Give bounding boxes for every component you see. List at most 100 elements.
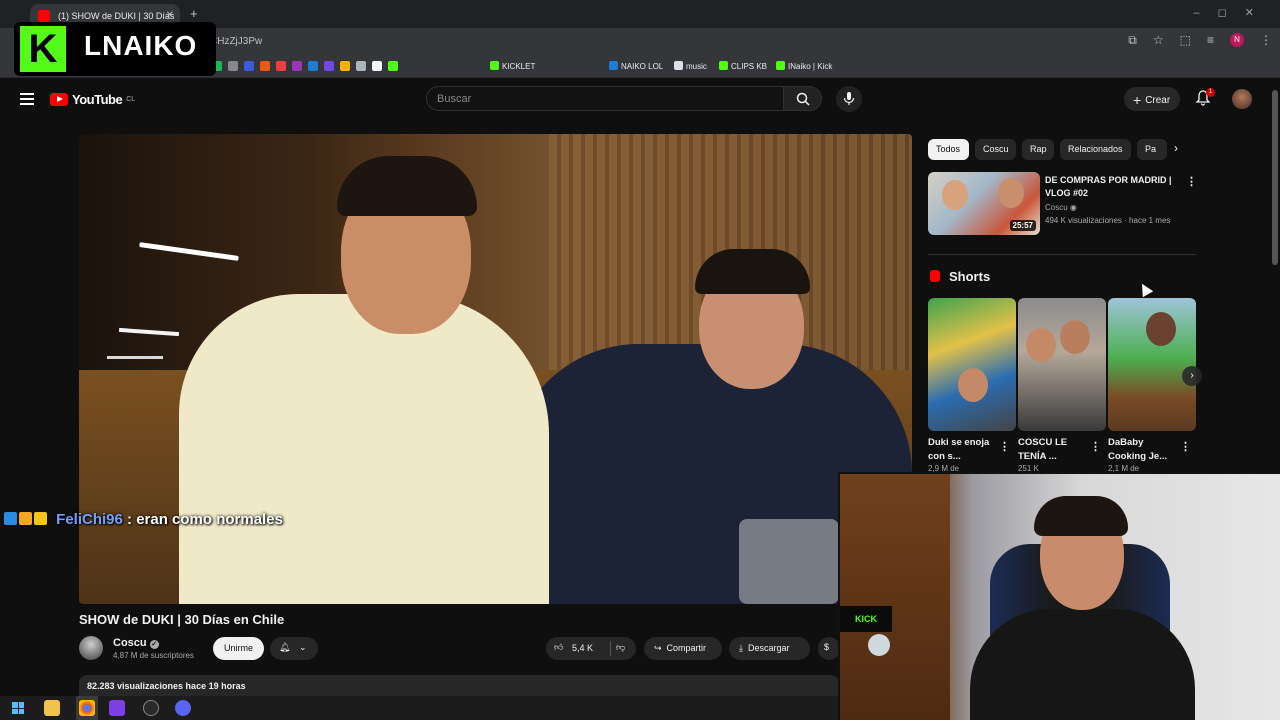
kick-sign: KICK [840,606,892,632]
menu-icon[interactable] [20,93,34,105]
chevron-right-icon[interactable]: › [1174,141,1178,155]
chip-relacionados[interactable]: Relacionados [1060,139,1131,160]
related-video-title[interactable]: DE COMPRAS POR MADRID | VLOG #02 [1045,174,1180,200]
shorts-next-button[interactable]: › [1182,366,1202,386]
related-video-channel[interactable]: Coscu ◉ [1045,203,1077,212]
shorts-logo-icon [930,270,940,282]
bookmark-icon[interactable] [228,61,238,71]
close-tab-icon[interactable]: ✕ [166,10,174,21]
windows-start-icon[interactable] [12,702,24,714]
bookmark-icon[interactable] [388,61,398,71]
share-button[interactable]: ↪ Compartir [644,637,722,660]
media-controls-icon[interactable]: ≡ [1207,33,1214,48]
video-person-right-hair [695,249,810,294]
bookmark-icon[interactable] [324,61,334,71]
youtube-logo[interactable]: YouTube CL [50,92,135,107]
browser-menu-icon[interactable]: ⋮ [1260,33,1272,48]
more-options-icon[interactable]: ⋮ [1090,440,1101,453]
streamer-logo: K LNAIKO [14,22,216,76]
video-person-left [179,294,549,604]
like-count[interactable]: 5,4 K [572,643,593,653]
kick-logo-icon: K [20,26,66,72]
url-text[interactable]: CHzZjJ3Pw [210,36,262,47]
youtube-play-icon [50,93,68,106]
short-thumbnail[interactable] [928,298,1016,431]
search-input[interactable]: Buscar [426,86,784,111]
short-title[interactable]: COSCU LE TENÍA ... [1018,436,1088,464]
extensions-icon[interactable]: ⬚ [1180,33,1191,48]
voice-search-button[interactable] [836,86,862,112]
profile-icon[interactable]: N [1230,33,1244,47]
thumbnail-person [958,368,988,402]
obs-icon[interactable] [143,700,159,716]
thanks-icon: $ [824,642,830,652]
bookmark-inaiko-kick[interactable]: INaiko | Kick [776,61,832,71]
video-light [118,327,180,337]
bookmark-icon[interactable] [356,61,366,71]
channel-avatar[interactable] [79,636,103,660]
window-controls[interactable]: –◻✕ [1194,6,1272,19]
bookmark-icon[interactable] [308,61,318,71]
views-and-date: 82.283 visualizaciones hace 19 horas [87,681,246,691]
webcam-overlay: KICK [838,472,1280,720]
create-button[interactable]: + Crear [1124,87,1180,111]
short-title[interactable]: DaBaby Cooking Je... [1108,436,1178,464]
thanks-button[interactable]: $ [818,637,840,660]
bookmark-icon[interactable] [372,61,382,71]
chrome-icon[interactable] [79,700,95,716]
discord-icon[interactable] [175,700,191,716]
search-button[interactable] [784,86,822,111]
bookmark-naiko-lol[interactable]: NAIKO LOL [609,61,663,71]
bookmark-icon[interactable] [276,61,286,71]
bookmark-clips-kb[interactable]: CLIPS KB [719,61,767,71]
short-thumbnail[interactable] [1018,298,1106,431]
webcam-door [840,474,950,720]
address-bar-icons: ⧉ ☆ ⬚ ≡ N ⋮ [1128,33,1272,48]
crown-badge-icon [34,512,47,525]
video-title: SHOW de DUKI | 30 Días en Chile [79,612,285,627]
page-scrollbar[interactable] [1272,90,1278,265]
bookmark-icon[interactable] [260,61,270,71]
video-light [107,356,163,359]
dislike-icon[interactable]: 👎︎ [616,642,625,653]
short-title[interactable]: Duki se enoja con s... [928,436,998,464]
related-video-thumbnail[interactable]: 25:57 [928,172,1040,235]
chip-todos[interactable]: Todos [928,139,969,160]
verified-check-icon: ✓ [149,640,159,649]
bookmark-icons [212,61,398,71]
file-explorer-icon[interactable] [44,700,60,716]
bookmark-star-icon[interactable]: ☆ [1153,33,1164,48]
chip-coscu[interactable]: Coscu [975,139,1016,160]
video-duration: 25:57 [1009,220,1036,231]
bookmark-kicklet[interactable]: KICKLET [490,61,535,71]
bookmark-music[interactable]: music [674,61,707,71]
thumbnail-person [998,178,1024,208]
bell-icon: 🔔︎ [279,642,291,652]
chip-partial[interactable]: Pa [1137,139,1167,160]
chat-username: FeliChi96 [56,511,123,528]
join-button[interactable]: Unirme [213,637,264,660]
subscriber-count: 4,87 M de suscriptores [113,651,194,660]
more-options-icon[interactable]: ⋮ [999,440,1010,453]
more-options-icon[interactable]: ⋮ [1186,175,1197,188]
download-button[interactable]: ⤓ Descargar [729,637,810,660]
video-player[interactable] [79,134,912,604]
bookmark-icon[interactable] [340,61,350,71]
webcam-sticker [868,634,890,656]
new-tab-icon[interactable]: + [190,6,198,21]
subscription-bell-button[interactable]: 🔔︎ ⌄ [270,637,318,660]
channel-name[interactable]: Coscu ✓ [113,637,159,649]
cast-icon[interactable]: ⧉ [1128,33,1137,48]
like-icon[interactable]: 👍︎ [554,642,563,653]
bookmark-icon[interactable] [244,61,254,71]
plus-icon: + [1133,92,1142,108]
more-options-icon[interactable]: ⋮ [1180,440,1191,453]
tab-title: (1) SHOW de DUKI | 30 Días [58,11,175,21]
app-icon[interactable] [109,700,125,716]
verified-check-icon: ◉ [1069,203,1077,212]
taskbar [0,696,838,720]
bookmark-icon[interactable] [292,61,302,71]
chip-rap[interactable]: Rap [1022,139,1054,160]
short-thumbnail[interactable] [1108,298,1196,431]
account-avatar[interactable] [1232,89,1252,109]
